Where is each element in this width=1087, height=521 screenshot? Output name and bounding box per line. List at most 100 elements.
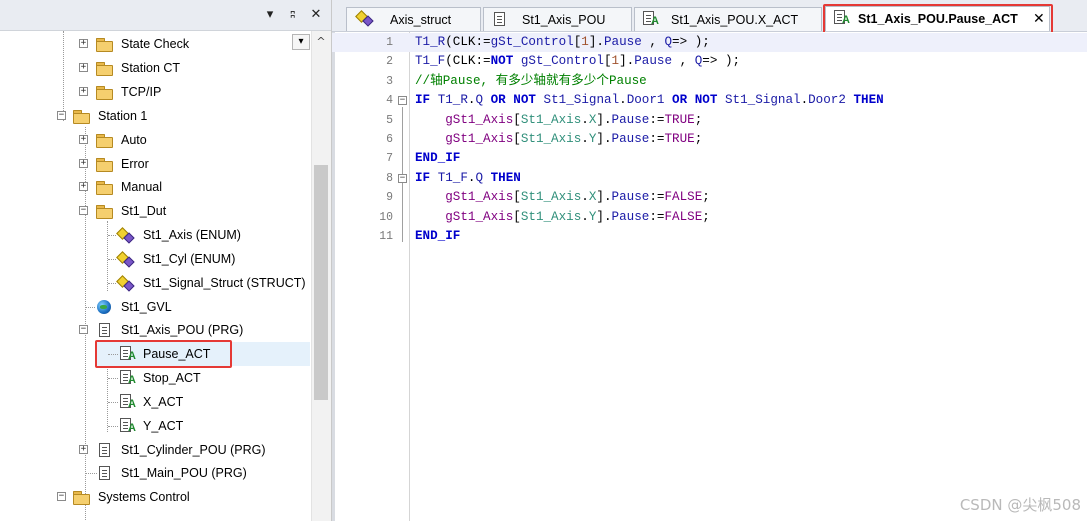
code-line[interactable]: 1 T1_R(CLK:=gSt_Control[1].Pause , Q=> ); <box>332 33 1087 52</box>
tab-label: St1_Axis_POU <box>522 13 606 27</box>
code-area[interactable]: 1 T1_R(CLK:=gSt_Control[1].Pause , Q=> );… <box>332 32 1087 521</box>
tab-axis-struct[interactable]: Axis_struct <box>346 7 481 31</box>
tree-item-label: St1_Signal_Struct (STRUCT) <box>143 276 306 290</box>
scroll-thumb[interactable] <box>314 165 328 400</box>
tree-item-label: TCP/IP <box>121 85 162 99</box>
tree-item-tcp-ip[interactable]: + TCP/IP <box>0 81 311 103</box>
collapse-icon[interactable]: − <box>57 111 66 120</box>
collapse-icon[interactable]: − <box>79 325 88 334</box>
folder-icon <box>96 205 113 219</box>
tree-item-highlight-box <box>95 340 232 368</box>
code-line[interactable]: 4− IF T1_R.Q OR NOT St1_Signal.Door1 OR N… <box>332 91 1087 110</box>
datatype-icon <box>118 252 134 266</box>
code-line[interactable]: 3 //轴Pause, 有多少轴就有多少个Pause <box>332 72 1087 91</box>
folder-icon <box>73 110 90 124</box>
folder-icon <box>96 134 113 148</box>
tree-item-station-1[interactable]: − Station 1 <box>0 105 311 127</box>
expand-icon[interactable]: + <box>79 135 88 144</box>
expand-icon[interactable]: + <box>79 182 88 191</box>
scroll-up-button[interactable]: ^ <box>314 34 328 48</box>
tree-item-label: Stop_ACT <box>143 371 201 385</box>
tree-item-st1-dut[interactable]: − St1_Dut <box>0 200 311 222</box>
code-line[interactable]: 5 gSt1_Axis[St1_Axis.X].Pause:=TRUE; <box>332 111 1087 130</box>
line-number: 1 <box>386 36 393 49</box>
code-line[interactable]: 8− IF T1_F.Q THEN <box>332 169 1087 188</box>
expand-icon[interactable]: + <box>79 159 88 168</box>
tree-item-st1-gvl[interactable]: St1_GVL <box>0 296 311 318</box>
expand-icon[interactable]: + <box>79 87 88 96</box>
expand-icon[interactable]: + <box>79 63 88 72</box>
line-number: 7 <box>386 152 393 166</box>
code-line[interactable]: 10 gSt1_Axis[St1_Axis.Y].Pause:=FALSE; <box>332 208 1087 227</box>
code-line[interactable]: 7 END_IF <box>332 149 1087 168</box>
tree-connector <box>108 259 116 260</box>
tree-item-label: St1_Axis (ENUM) <box>143 228 241 242</box>
tree-item-systems-control[interactable]: − Systems Control <box>0 486 311 508</box>
tree-item-auto[interactable]: + Auto <box>0 129 311 151</box>
tree-item-label: Station CT <box>121 61 181 75</box>
tree-item-st1-signal-struct-struct[interactable]: St1_Signal_Struct (STRUCT) <box>0 272 311 294</box>
tree-item-label: St1_Dut <box>121 204 167 218</box>
action-icon: A <box>120 370 138 386</box>
action-icon: A <box>120 394 138 410</box>
line-number: 11 <box>379 230 393 243</box>
tree-item-label: Manual <box>121 180 162 194</box>
tree-item-st1-axis-enum[interactable]: St1_Axis (ENUM) <box>0 224 311 246</box>
folder-icon <box>73 491 90 505</box>
datatype-icon <box>118 228 134 242</box>
code-editor: Axis_struct St1_Axis_POU A St1_Axis_POU.… <box>332 0 1087 521</box>
code-text: T1_F(CLK:=NOT gSt_Control[1].Pause , Q=>… <box>415 54 741 69</box>
code-line[interactable]: 9 gSt1_Axis[St1_Axis.X].Pause:=FALSE; <box>332 188 1087 207</box>
code-text: gSt1_Axis[St1_Axis.Y].Pause:=FALSE; <box>445 209 710 224</box>
code-line[interactable]: 2 T1_F(CLK:=NOT gSt_Control[1].Pause , Q=… <box>332 52 1087 71</box>
collapse-icon[interactable]: − <box>57 492 66 501</box>
pou-icon <box>494 12 505 26</box>
close-icon[interactable]: ✕ <box>308 7 324 23</box>
tree-item-st1-axis-pou-prg[interactable]: − St1_Axis_POU (PRG) <box>0 319 311 341</box>
action-icon: A <box>643 11 661 27</box>
code-text: gSt1_Axis[St1_Axis.X].Pause:=TRUE; <box>445 112 703 127</box>
tree-item-st1-cylinder-pou-prg[interactable]: + St1_Cylinder_POU (PRG) <box>0 439 311 461</box>
tree-connector <box>108 402 118 403</box>
dropdown-icon[interactable]: ▾ <box>262 7 278 23</box>
folder-icon <box>96 158 113 172</box>
struct-icon <box>357 11 373 25</box>
watermark: CSDN @尖枫508 <box>959 496 1081 514</box>
code-text: T1_R(CLK:=gSt_Control[1].Pause , Q=> ); <box>415 35 710 49</box>
tab-st1-axis-pou-x-act[interactable]: A St1_Axis_POU.X_ACT <box>634 7 822 31</box>
tree-item-label: X_ACT <box>143 395 184 409</box>
tree-dropdown-button[interactable]: ▾ <box>292 34 310 50</box>
tree-item-error[interactable]: + Error <box>0 153 311 175</box>
expand-icon[interactable]: + <box>79 39 88 48</box>
pou-icon <box>99 466 110 480</box>
tree-item-label: St1_Cylinder_POU (PRG) <box>121 443 266 457</box>
tree-item-station-ct[interactable]: + Station CT <box>0 57 311 79</box>
line-number: 8 <box>386 171 393 185</box>
fold-toggle-icon[interactable]: − <box>398 173 407 183</box>
pin-icon[interactable]: ʭ <box>285 7 301 23</box>
tree-item-x-act[interactable]: A X_ACT <box>0 391 311 413</box>
code-line[interactable]: 6 gSt1_Axis[St1_Axis.Y].Pause:=TRUE; <box>332 130 1087 149</box>
expand-icon[interactable]: + <box>79 445 88 454</box>
tree-connector <box>108 426 118 427</box>
tree-item-state-check[interactable]: + State Check <box>0 33 311 55</box>
tree-item-manual[interactable]: + Manual <box>0 176 311 198</box>
code-line[interactable]: 11 END_IF <box>332 227 1087 246</box>
tree-item-stop-act[interactable]: A Stop_ACT <box>0 367 311 389</box>
tree-item-label: St1_GVL <box>121 300 172 314</box>
code-text: gSt1_Axis[St1_Axis.Y].Pause:=TRUE; <box>445 132 703 146</box>
fold-toggle-icon[interactable]: − <box>398 96 407 106</box>
tree-item-label: Systems Control <box>98 490 190 504</box>
tree-scrollbar[interactable]: ▾ ^ <box>292 31 331 521</box>
line-number: 9 <box>386 191 393 205</box>
tree-item-label: State Check <box>121 37 190 51</box>
tab-st1-axis-pou[interactable]: St1_Axis_POU <box>483 7 632 31</box>
tree-connector <box>108 235 116 236</box>
tree-item-y-act[interactable]: A Y_ACT <box>0 415 311 437</box>
line-number: 2 <box>386 55 393 69</box>
tree-item-st1-main-pou-prg[interactable]: St1_Main_POU (PRG) <box>0 462 311 484</box>
tree-item-label: Station 1 <box>98 109 148 123</box>
tree-item-st1-cyl-enum[interactable]: St1_Cyl (ENUM) <box>0 248 311 270</box>
collapse-icon[interactable]: − <box>79 206 88 215</box>
tree-connector <box>86 307 95 308</box>
